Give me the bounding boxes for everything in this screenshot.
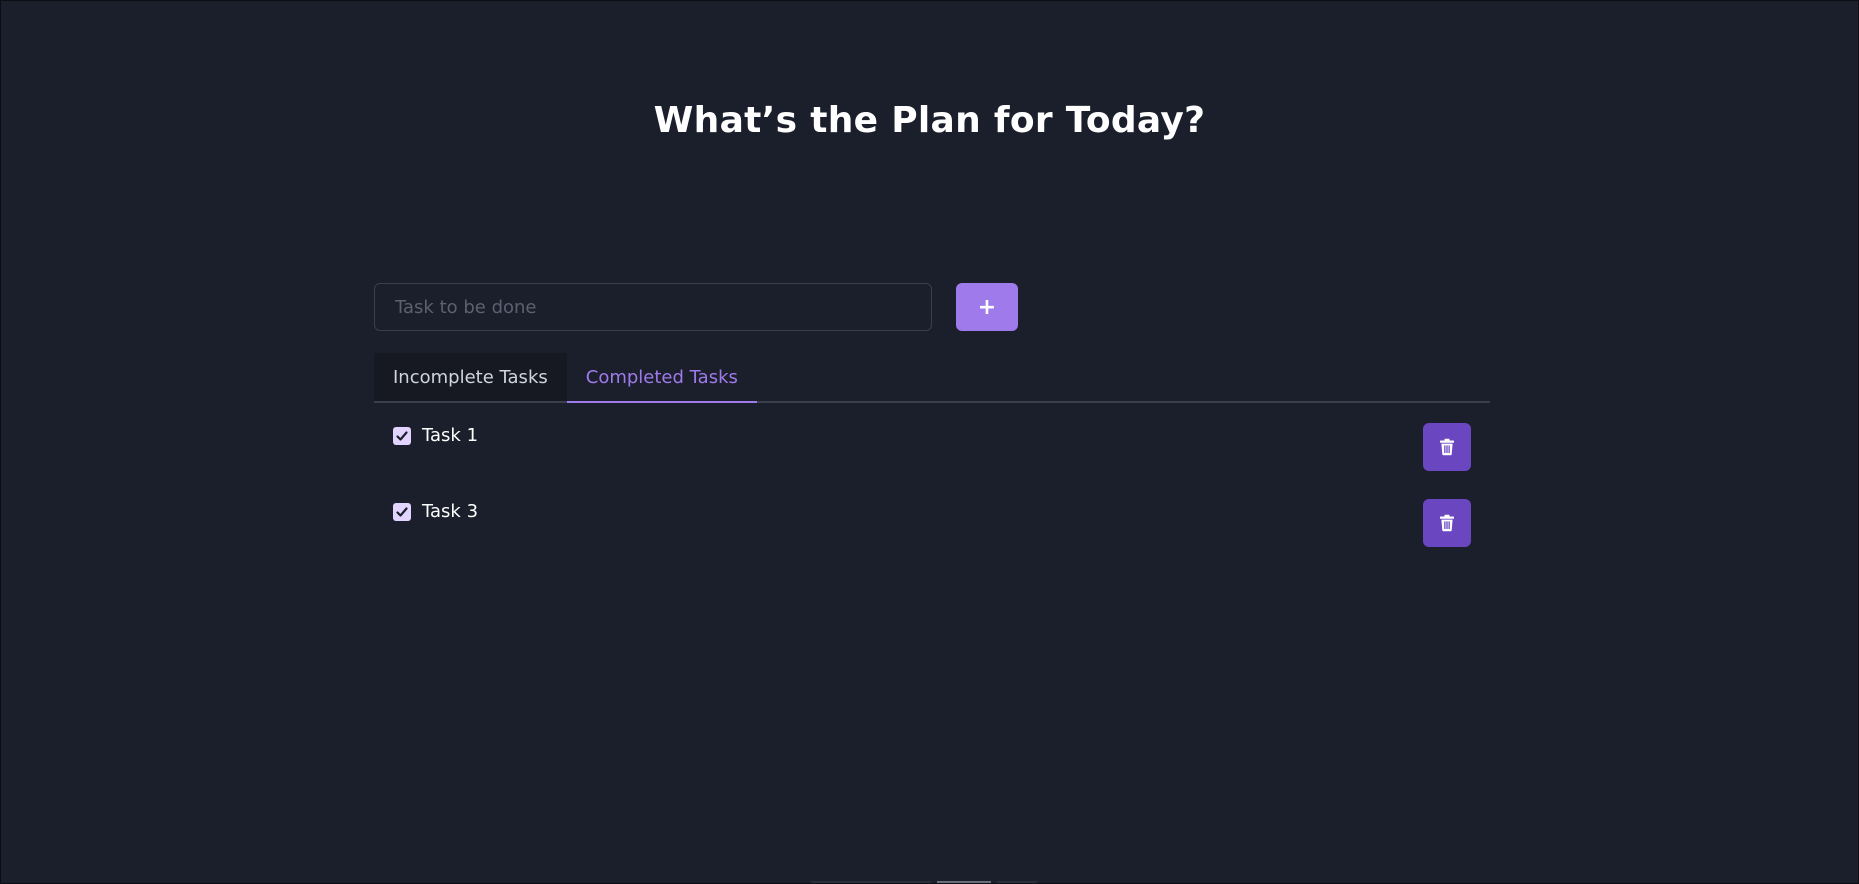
page-title: What’s the Plan for Today?: [653, 100, 1206, 141]
checkmark-icon: [396, 507, 408, 517]
new-task-row: +: [374, 283, 1490, 331]
trash-icon: [1440, 514, 1454, 532]
add-task-button[interactable]: +: [956, 283, 1018, 331]
delete-task-button[interactable]: [1423, 423, 1471, 471]
tab-incomplete-tasks[interactable]: Incomplete Tasks: [374, 353, 567, 401]
task-checkbox[interactable]: [393, 427, 411, 445]
bottom-scroll-indicator: [811, 881, 1037, 883]
task-label: Task 3: [422, 501, 479, 522]
task-row: Task 3: [374, 497, 1490, 547]
task-row: Task 1: [374, 421, 1490, 471]
task-tabs: Incomplete Tasks Completed Tasks: [374, 353, 1490, 403]
tab-completed-tasks[interactable]: Completed Tasks: [566, 353, 757, 403]
task-input[interactable]: [374, 283, 932, 331]
trash-icon: [1440, 438, 1454, 456]
task-checkbox[interactable]: [393, 503, 411, 521]
checkmark-icon: [396, 431, 408, 441]
task-label: Task 1: [422, 425, 479, 446]
task-list: Task 1 Task 3: [374, 421, 1490, 573]
delete-task-button[interactable]: [1423, 499, 1471, 547]
